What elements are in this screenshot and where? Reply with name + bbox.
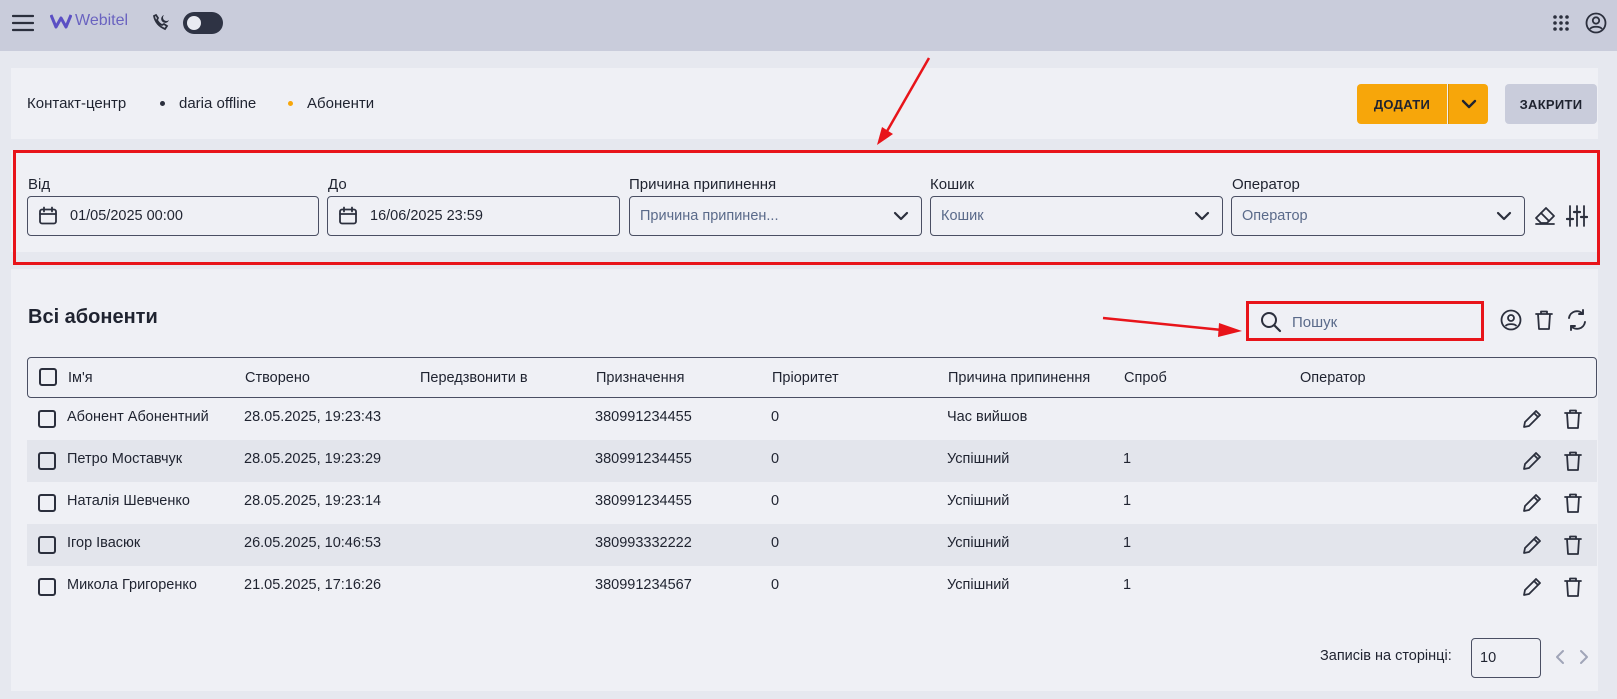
annotation-arrows	[877, 57, 1242, 337]
annotation-arrow	[1102, 316, 1242, 337]
annotation-arrow	[877, 57, 931, 145]
